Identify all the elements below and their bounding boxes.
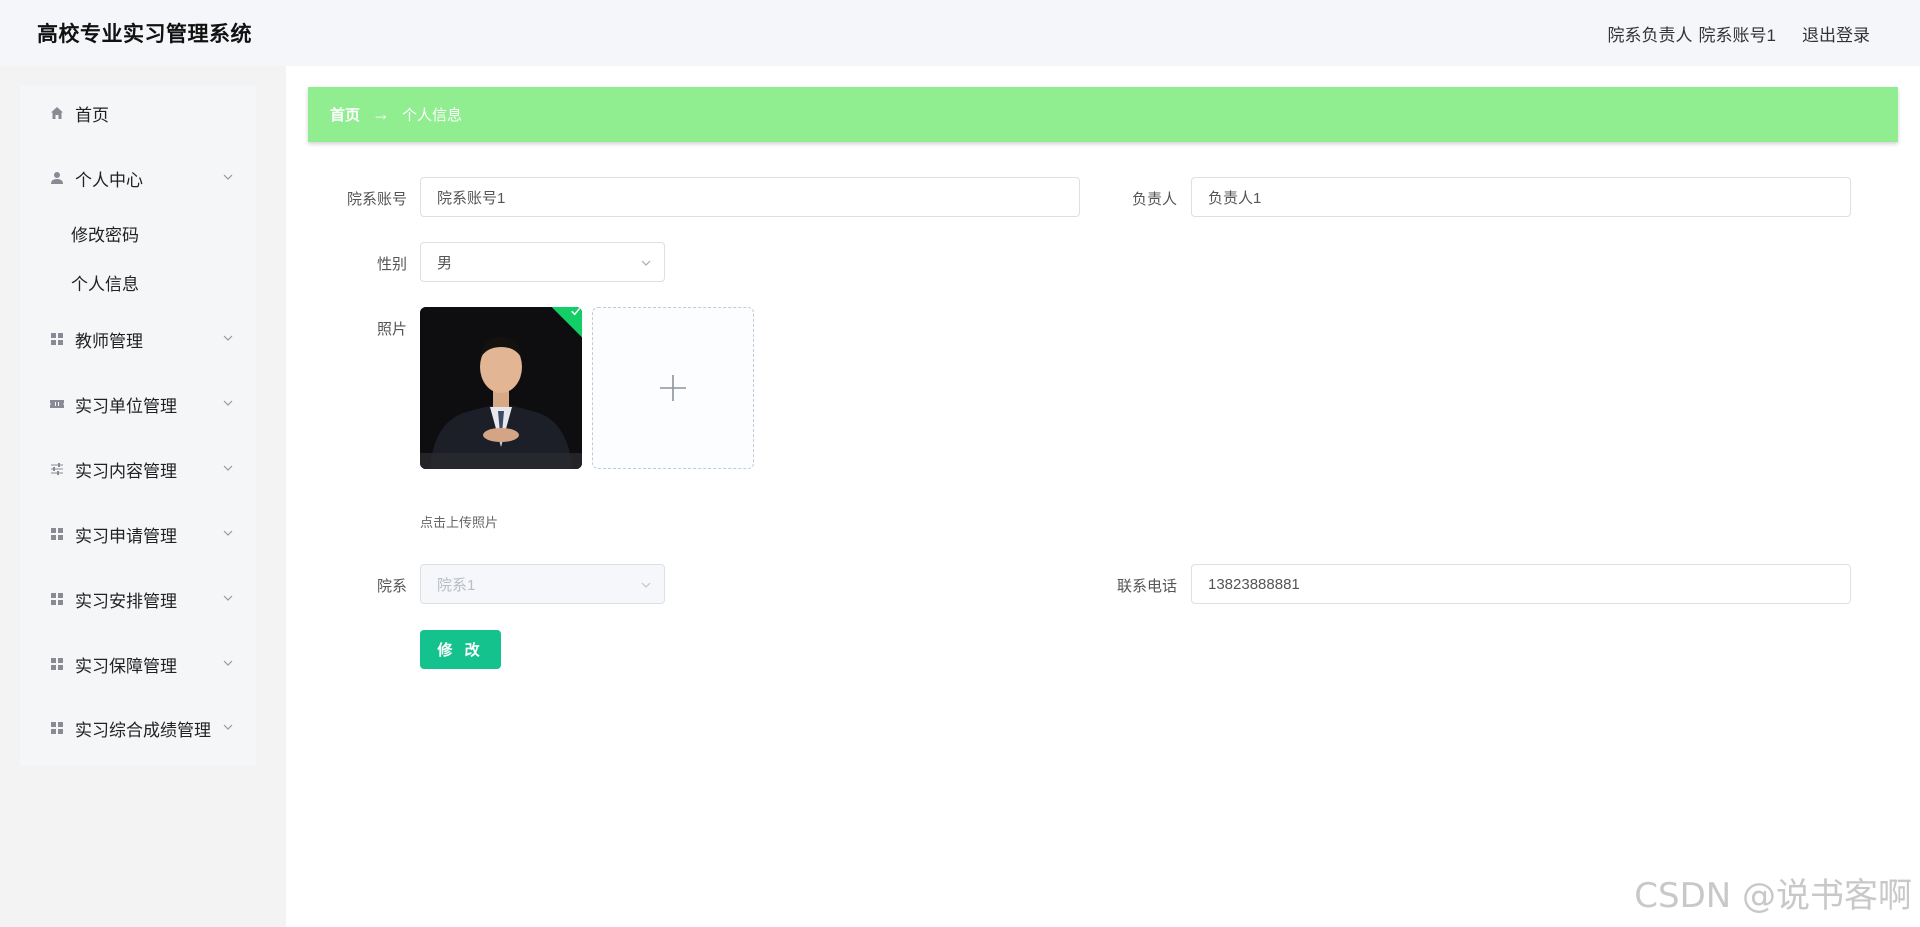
sidebar-item-label: 实习申请管理 [75, 526, 177, 546]
sidebar-item-label: 实习单位管理 [75, 396, 177, 416]
sidebar-item-label: 个人中心 [75, 170, 143, 190]
breadcrumb-home-link[interactable]: 首页 [330, 104, 360, 125]
gender-label: 性别 [376, 256, 407, 273]
ticket-icon [49, 396, 65, 412]
user-account: 院系账号1 [1698, 25, 1776, 45]
phone-label: 联系电话 [1116, 578, 1177, 595]
chevron-down-icon [223, 724, 233, 730]
chevron-down-icon [223, 530, 233, 536]
sidebar-item-label: 教师管理 [75, 331, 143, 351]
submit-button[interactable]: 修 改 [420, 630, 501, 669]
sidebar-item-internship-application-management[interactable]: 实习申请管理 [20, 512, 256, 556]
sidebar-item-label: 实习内容管理 [75, 461, 177, 481]
gender-select[interactable]: 男 [420, 242, 665, 282]
sidebar-subitem-label: 个人信息 [71, 274, 139, 294]
chevron-down-icon [223, 335, 233, 341]
photo-upload-button[interactable] [592, 307, 754, 469]
chevron-down-icon [641, 582, 651, 588]
manager-label: 负责人 [1131, 191, 1177, 208]
grid-icon [49, 591, 65, 607]
home-icon [49, 105, 65, 121]
uploaded-photo[interactable] [420, 307, 582, 469]
watermark: CSDN @说书客啊 [1634, 876, 1912, 916]
logout-link[interactable]: 退出登录 [1802, 21, 1870, 46]
chevron-down-icon [223, 174, 233, 180]
grid-icon [49, 720, 65, 736]
breadcrumb-current: 个人信息 [402, 107, 463, 124]
phone-input[interactable]: 13823888881 [1191, 564, 1851, 604]
sidebar-subitem-label: 修改密码 [71, 225, 139, 245]
upload-hint: 点击上传照片 [420, 515, 499, 530]
user-role: 院系负责人 [1607, 25, 1693, 45]
phone-input-value: 13823888881 [1208, 575, 1300, 593]
sidebar-subitem-personal-info[interactable]: 个人信息 [20, 264, 256, 300]
user-area: 院系负责人 院系账号1 退出登录 [1608, 21, 1870, 46]
department-select[interactable]: 院系1 [420, 564, 665, 604]
sidebar-item-internship-guarantee-management[interactable]: 实习保障管理 [20, 642, 256, 686]
sidebar-item-personal-center[interactable]: 个人中心 [20, 156, 256, 200]
chevron-down-icon [223, 595, 233, 601]
sidebar-item-teacher-management[interactable]: 教师管理 [20, 317, 256, 361]
sidebar-item-internship-unit-management[interactable]: 实习单位管理 [20, 382, 256, 426]
sidebar-item-internship-arrangement-management[interactable]: 实习安排管理 [20, 577, 256, 621]
sidebar-container: 首页 个人中心 修改密码 个人信息 教师管理 实习单位管理 实习内容管理 实习申… [0, 66, 286, 927]
sidebar-item-label: 实习安排管理 [75, 591, 177, 611]
grid-icon [49, 331, 65, 347]
plus-icon [660, 375, 686, 401]
sidebar-item-internship-score-management[interactable]: 实习综合成绩管理 [20, 706, 256, 750]
grid-icon [49, 656, 65, 672]
sidebar-item-internship-content-management[interactable]: 实习内容管理 [20, 447, 256, 491]
photo-label: 照片 [376, 321, 407, 338]
manager-input[interactable]: 负责人1 [1191, 177, 1851, 217]
chevron-down-icon [223, 465, 233, 471]
department-label: 院系 [376, 578, 407, 595]
chevron-down-icon [223, 660, 233, 666]
sidebar-menu: 首页 个人中心 修改密码 个人信息 教师管理 实习单位管理 实习内容管理 实习申… [20, 86, 256, 766]
sidebar-item-label: 实习保障管理 [75, 656, 177, 676]
breadcrumb: 首页 → 个人信息 [308, 87, 1898, 142]
top-header: 高校专业实习管理系统 院系负责人 院系账号1 退出登录 [0, 0, 1920, 66]
manager-input-value: 负责人1 [1208, 189, 1262, 207]
chevron-down-icon [223, 400, 233, 406]
account-input-value: 院系账号1 [437, 189, 506, 207]
sidebar-item-home[interactable]: 首页 [20, 91, 256, 135]
gender-select-value: 男 [437, 254, 453, 272]
sidebar-item-label: 首页 [75, 105, 109, 125]
user-icon [49, 170, 65, 186]
user-info: 院系负责人 院系账号1 [1608, 21, 1776, 46]
sidebar-subitem-change-password[interactable]: 修改密码 [20, 215, 256, 251]
account-label: 院系账号 [346, 191, 407, 208]
app-title: 高校专业实习管理系统 [37, 23, 252, 46]
chevron-down-icon [641, 260, 651, 266]
department-select-value: 院系1 [437, 576, 476, 594]
arrow-right-icon: → [372, 104, 391, 124]
grid-icon [49, 526, 65, 542]
portrait-image [420, 307, 582, 469]
sidebar-item-label: 实习综合成绩管理 [75, 720, 211, 740]
sliders-icon [49, 461, 65, 477]
main-content: 首页 → 个人信息 院系账号 院系账号1 负责人 负责人1 性别 男 照片 点击… [286, 66, 1920, 927]
account-input[interactable]: 院系账号1 [420, 177, 1080, 217]
check-icon [571, 307, 581, 316]
